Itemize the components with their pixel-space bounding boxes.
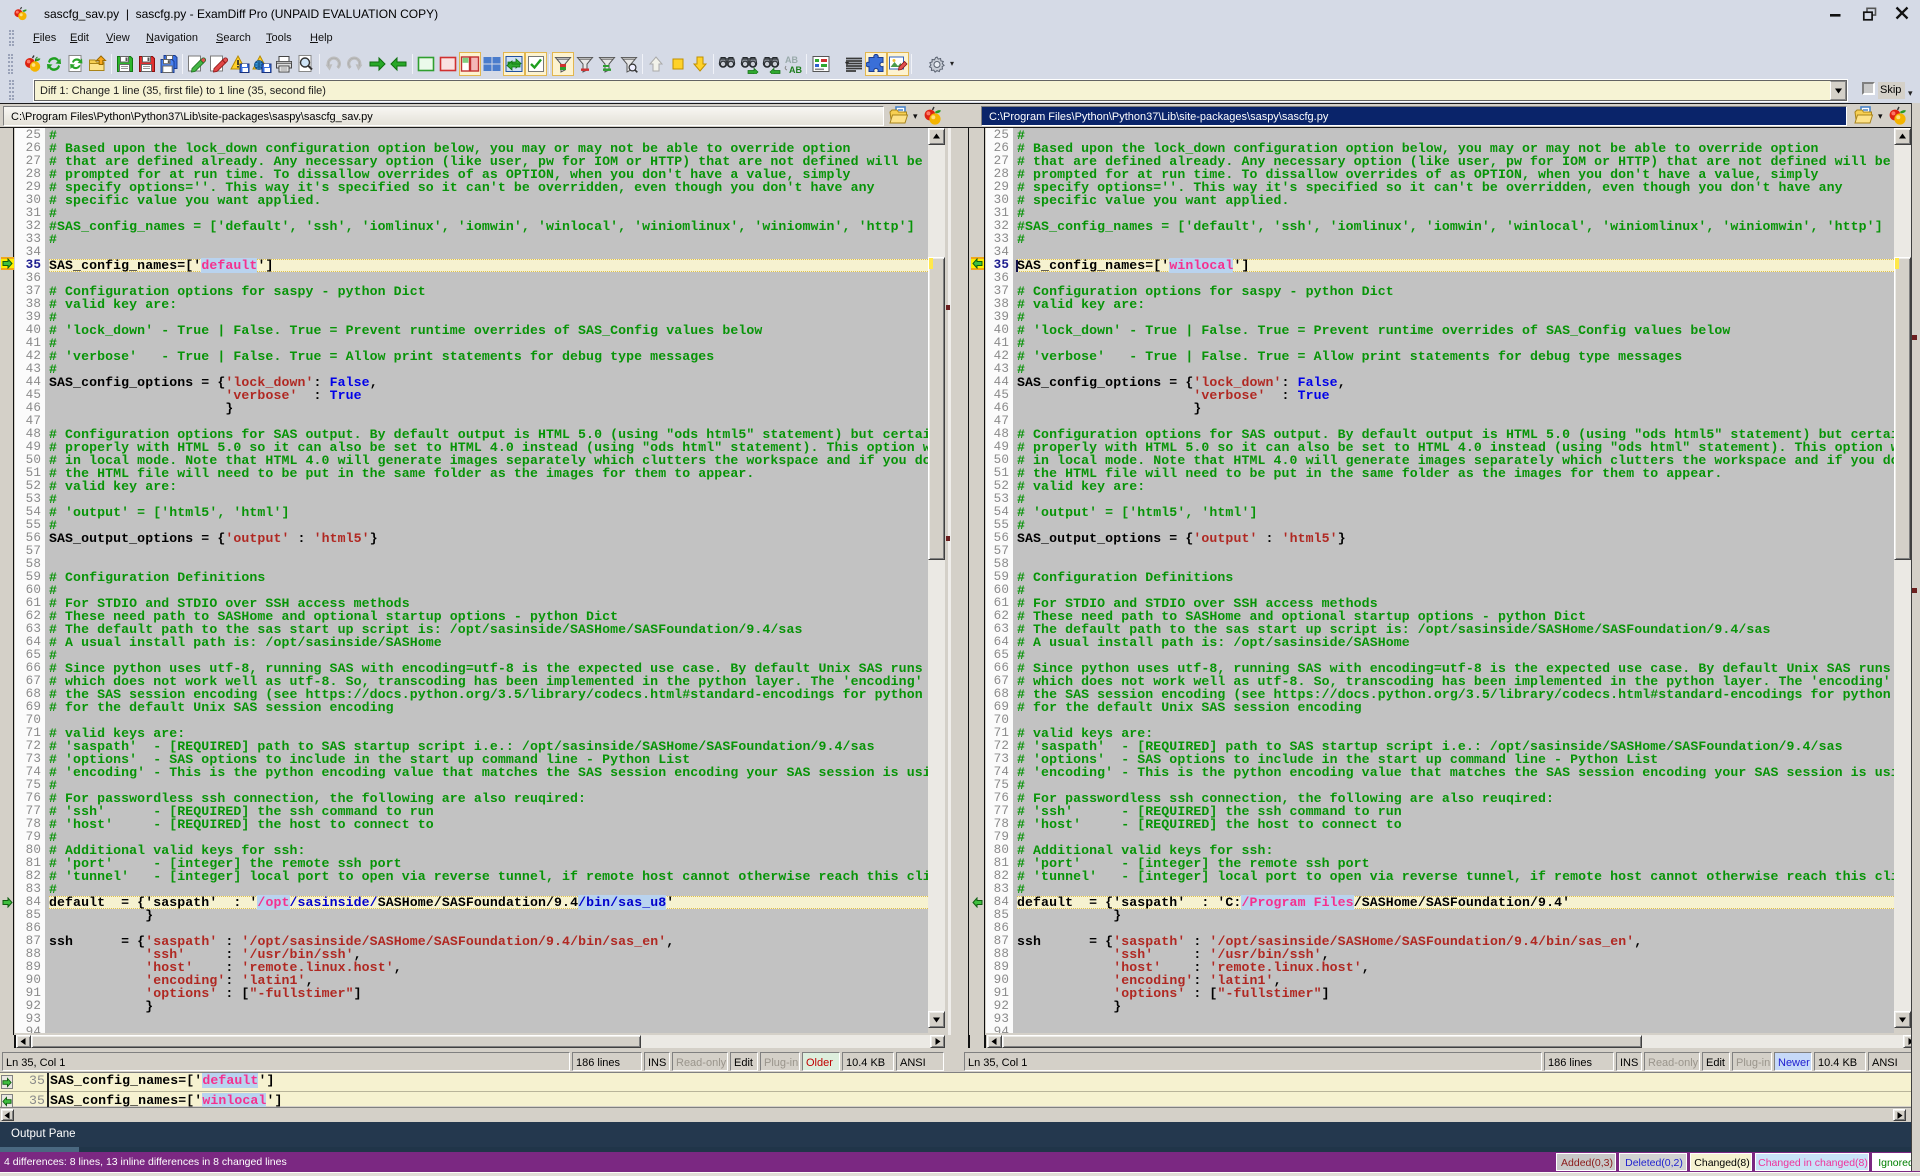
svg-text:AB: AB — [789, 65, 802, 74]
svg-text:AB: AB — [785, 55, 798, 65]
